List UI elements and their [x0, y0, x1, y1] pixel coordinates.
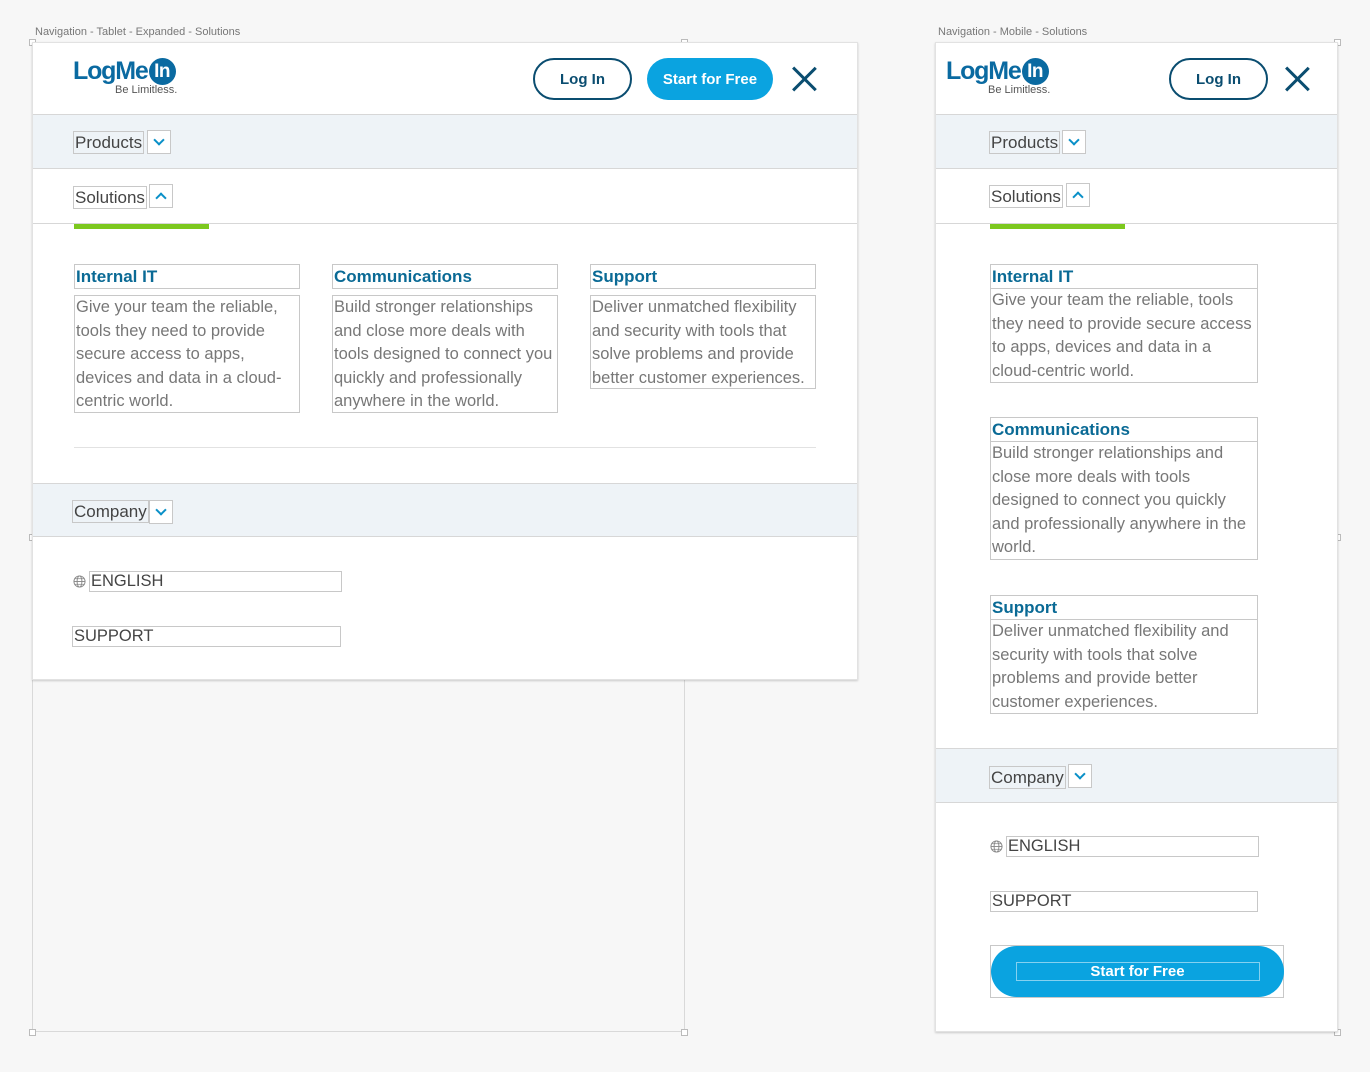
resize-handle[interactable] [681, 1029, 688, 1036]
start-for-free-button[interactable]: Start for Free [647, 58, 773, 100]
site-header: LogMe In Be Limitless. Log In Start for F… [33, 43, 857, 115]
login-button[interactable]: Log In [533, 58, 632, 100]
logo-wordmark: LogMe In [73, 57, 177, 86]
solution-desc-internal-it: Give your team the reliable, tools they … [990, 288, 1258, 383]
resize-handle[interactable] [29, 1029, 36, 1036]
artboard-label-mobile: Navigation - Mobile - Solutions [938, 26, 1088, 38]
section-divider [74, 447, 816, 448]
logo-tagline: Be Limitless. [115, 84, 178, 96]
solution-desc-support: Deliver unmatched flexibility and securi… [990, 619, 1258, 714]
logmein-logo[interactable]: LogMe In Be Limitless. [73, 57, 177, 96]
logo-wordmark: LogMe In [946, 57, 1050, 86]
nav-solutions-row[interactable]: Solutions [936, 169, 1337, 224]
close-icon[interactable] [791, 66, 817, 92]
language-selector[interactable]: ENGLISH [89, 571, 342, 592]
solution-title-communications[interactable]: Communications [332, 264, 558, 289]
globe-icon [73, 575, 86, 588]
chevron-up-icon[interactable] [149, 184, 173, 208]
language-selector[interactable]: ENGLISH [1006, 836, 1259, 857]
logmein-logo[interactable]: LogMe In Be Limitless. [946, 57, 1050, 96]
solution-title-communications[interactable]: Communications [990, 417, 1258, 442]
chevron-down-icon[interactable] [1068, 764, 1092, 788]
mobile-nav-frame: LogMe In Be Limitless. Log In Products So… [935, 42, 1338, 1032]
active-indicator [74, 224, 209, 229]
logo-tagline: Be Limitless. [988, 84, 1051, 96]
solution-title-support[interactable]: Support [590, 264, 816, 289]
chevron-down-icon[interactable] [149, 500, 173, 524]
nav-company-label[interactable]: Company [989, 766, 1066, 789]
solution-title-internal-it[interactable]: Internal IT [990, 264, 1258, 289]
solution-title-support[interactable]: Support [990, 595, 1258, 620]
logo-badge: In [1021, 58, 1049, 85]
site-header-mobile: LogMe In Be Limitless. Log In [936, 43, 1337, 115]
nav-solutions-label[interactable]: Solutions [989, 185, 1063, 208]
logo-badge: In [148, 58, 176, 85]
nav-products-row[interactable]: Products [936, 115, 1337, 169]
nav-company-label[interactable]: Company [72, 500, 149, 523]
active-indicator [990, 224, 1125, 229]
login-button[interactable]: Log In [1169, 58, 1268, 100]
solution-desc-communications: Build stronger relationships and close m… [990, 441, 1258, 560]
logo-text: LogMe [946, 57, 1022, 85]
mobile-start-for-free-button[interactable]: Start for Free [991, 946, 1284, 997]
nav-company-row[interactable]: Company [936, 748, 1337, 803]
logo-text: LogMe [73, 57, 149, 85]
support-link[interactable]: SUPPORT [990, 891, 1258, 912]
globe-icon [990, 840, 1003, 853]
nav-solutions-label[interactable]: Solutions [73, 186, 147, 209]
solution-desc-communications: Build stronger relationships and close m… [332, 295, 558, 413]
solution-title-internal-it[interactable]: Internal IT [74, 264, 300, 289]
support-link[interactable]: SUPPORT [72, 626, 341, 647]
close-icon[interactable] [1284, 66, 1310, 92]
solution-desc-support: Deliver unmatched flexibility and securi… [590, 295, 816, 389]
nav-products-label[interactable]: Products [73, 131, 145, 154]
nav-products-row[interactable]: Products [33, 115, 857, 169]
mobile-start-for-free-label: Start for Free [1015, 962, 1260, 981]
nav-products-label[interactable]: Products [989, 131, 1061, 154]
tablet-nav-frame: LogMe In Be Limitless. Log In Start for F… [32, 42, 858, 680]
chevron-up-icon[interactable] [1066, 183, 1090, 207]
nav-company-row[interactable]: Company [33, 483, 857, 537]
artboard-label-tablet: Navigation - Tablet - Expanded - Solutio… [35, 26, 241, 38]
chevron-down-icon[interactable] [147, 130, 171, 154]
solution-desc-internal-it: Give your team the reliable, tools they … [74, 295, 300, 413]
nav-solutions-row[interactable]: Solutions [33, 169, 857, 224]
chevron-down-icon[interactable] [1062, 130, 1086, 154]
